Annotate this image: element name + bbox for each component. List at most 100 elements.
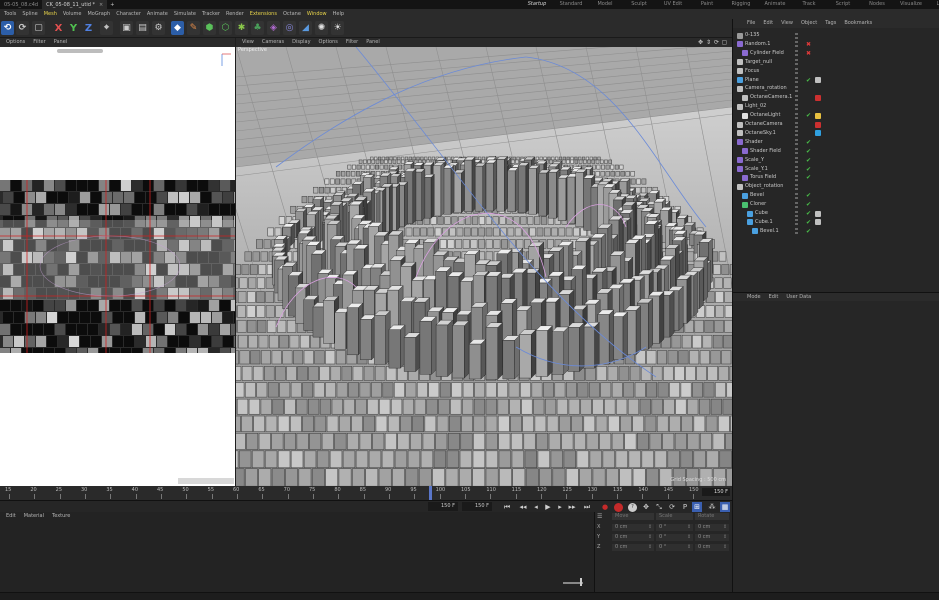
layout-tab-nodes[interactable]: Nodes	[860, 0, 894, 9]
position-key-icon[interactable]: ✥	[641, 502, 651, 512]
coords-spinner-icon[interactable]: ⇕	[687, 544, 691, 551]
coords-spinner-icon[interactable]: ⇕	[723, 544, 727, 551]
enabled-check-icon[interactable]: ✔	[806, 111, 811, 120]
object-tag-icon[interactable]	[815, 112, 821, 119]
disabled-x-icon[interactable]: ✖	[806, 49, 811, 58]
layout-tab-script[interactable]: Script	[826, 0, 860, 9]
object-row[interactable]: Object_rotation	[733, 182, 813, 191]
end-frame-field[interactable]: 150 F	[462, 502, 492, 511]
subdivision-icon[interactable]: ⬢	[203, 21, 216, 35]
menu-octane[interactable]: Octane	[280, 9, 304, 19]
menu-tracker[interactable]: Tracker	[199, 9, 223, 19]
object-row[interactable]: Cloner	[733, 200, 813, 209]
object-row[interactable]: Cylinder Field	[733, 49, 813, 58]
prev-key-icon[interactable]: ◂◂	[518, 502, 528, 512]
visibility-dots-icon[interactable]	[795, 148, 799, 155]
menu-simulate[interactable]: Simulate	[171, 9, 199, 19]
om-menu-object[interactable]: Object	[797, 19, 821, 28]
render-region-icon[interactable]: ▣	[120, 21, 133, 35]
menu-help[interactable]: Help	[330, 9, 347, 19]
go-to-start-icon[interactable]: ⏮	[502, 502, 512, 512]
visibility-dots-icon[interactable]	[795, 112, 799, 119]
object-row[interactable]: Camera_rotation	[733, 84, 813, 93]
object-row[interactable]: Cube	[733, 209, 813, 218]
object-tag-icon[interactable]	[815, 210, 821, 217]
maximize-icon[interactable]: ▢	[721, 39, 728, 46]
left-viewport-slider[interactable]	[57, 49, 103, 53]
object-row[interactable]: OctaneLight	[733, 111, 813, 120]
redo-icon[interactable]: ⟳	[16, 21, 29, 35]
cube-primitive-icon[interactable]: ◆	[171, 21, 184, 35]
object-row[interactable]: Random.1	[733, 40, 813, 49]
layout-tab-sculpt[interactable]: Sculpt	[622, 0, 656, 9]
object-tag-icon[interactable]	[815, 94, 821, 101]
enabled-check-icon[interactable]: ✔	[806, 209, 811, 218]
scale-key-icon[interactable]: ⤡	[654, 502, 664, 512]
am-menu-mode[interactable]: Mode	[743, 293, 765, 302]
pen-spline-icon[interactable]: ✎	[187, 21, 200, 35]
menu-volume[interactable]: Volume	[60, 9, 85, 19]
object-row[interactable]: Shader Field	[733, 147, 813, 156]
visibility-dots-icon[interactable]	[795, 94, 799, 101]
visibility-dots-icon[interactable]	[795, 166, 799, 172]
new-tab-icon[interactable]: +	[110, 2, 114, 8]
visibility-dots-icon[interactable]	[795, 59, 799, 66]
om-menu-bookmarks[interactable]: Bookmarks	[840, 19, 876, 28]
om-menu-view[interactable]: View	[777, 19, 797, 28]
object-row[interactable]: Torus Field	[733, 173, 813, 182]
axis-y-toggle[interactable]: Y	[67, 21, 80, 35]
coords-spinner-icon[interactable]: ⇕	[648, 524, 652, 531]
coords-spinner-icon[interactable]: ⇕	[648, 534, 652, 541]
object-row[interactable]: Light_02	[733, 102, 813, 111]
visibility-dots-icon[interactable]	[795, 121, 799, 128]
mograph-icon[interactable]: ♣	[251, 21, 264, 35]
select-icon[interactable]: ▢	[32, 21, 45, 35]
visibility-dots-icon[interactable]	[795, 192, 799, 199]
pla-key-icon[interactable]: ⊞	[692, 502, 702, 512]
object-row[interactable]: Target_null	[733, 58, 813, 67]
enabled-check-icon[interactable]: ✔	[806, 227, 811, 236]
coords-spinner-icon[interactable]: ⇕	[687, 524, 691, 531]
keyframe-selection-icon[interactable]: ?	[628, 502, 637, 512]
material-menu-texture[interactable]: Texture	[48, 512, 74, 521]
object-row[interactable]: OctaneSky.1	[733, 129, 813, 138]
vp-menu-view[interactable]: View	[238, 38, 258, 47]
coords-header-move[interactable]: Move	[612, 513, 654, 520]
deformer-icon[interactable]: ◈	[267, 21, 280, 35]
rotation-key-icon[interactable]: ⟳	[667, 502, 677, 512]
enabled-check-icon[interactable]: ✔	[806, 156, 811, 165]
menu-mograph[interactable]: MoGraph	[84, 9, 113, 19]
field-icon[interactable]: ◎	[283, 21, 296, 35]
light-icon[interactable]: ✺	[315, 21, 328, 35]
timeline-icon[interactable]: ▦	[720, 502, 730, 512]
object-row[interactable]: OctaneCamera.1	[733, 93, 813, 102]
object-row[interactable]: Scale_Y	[733, 156, 813, 165]
vp-menu-panel[interactable]: Panel	[362, 38, 384, 47]
enabled-check-icon[interactable]: ✔	[806, 191, 811, 200]
record-keys-icon[interactable]: ●	[600, 502, 610, 512]
coords-spinner-icon[interactable]: ⇕	[648, 544, 652, 551]
visibility-dots-icon[interactable]	[795, 77, 799, 83]
visibility-dots-icon[interactable]	[795, 68, 799, 75]
visibility-dots-icon[interactable]	[795, 85, 799, 92]
object-row[interactable]: Scale_Y.1	[733, 165, 813, 174]
visibility-dots-icon[interactable]	[795, 139, 799, 146]
visibility-dots-icon[interactable]	[795, 201, 799, 208]
object-tag-icon[interactable]	[815, 121, 821, 128]
object-row[interactable]: Bevel.1	[733, 227, 813, 236]
visibility-dots-icon[interactable]	[795, 157, 799, 164]
menu-render[interactable]: Render	[223, 9, 247, 19]
param-key-icon[interactable]: P	[680, 502, 690, 512]
object-row[interactable]: Cube.1	[733, 218, 813, 227]
perspective-viewport[interactable]: View Cameras Display Options Filter Panel ✥ ⇕ ⟳…	[236, 38, 732, 486]
sun-icon[interactable]: ☀	[331, 21, 344, 35]
am-menu-edit[interactable]: Edit	[765, 293, 783, 302]
move-icon[interactable]: ✥	[697, 39, 704, 46]
playhead-marker[interactable]	[429, 486, 432, 500]
axis-z-toggle[interactable]: Z	[82, 21, 95, 35]
go-to-end-icon[interactable]: ⏭	[582, 502, 592, 512]
coords-header-rotate[interactable]: Rotate	[695, 513, 729, 520]
vp-menu-options[interactable]: Options	[315, 38, 342, 47]
left-vp-menu-options[interactable]: Options	[2, 38, 29, 47]
visibility-dots-icon[interactable]	[795, 50, 799, 57]
